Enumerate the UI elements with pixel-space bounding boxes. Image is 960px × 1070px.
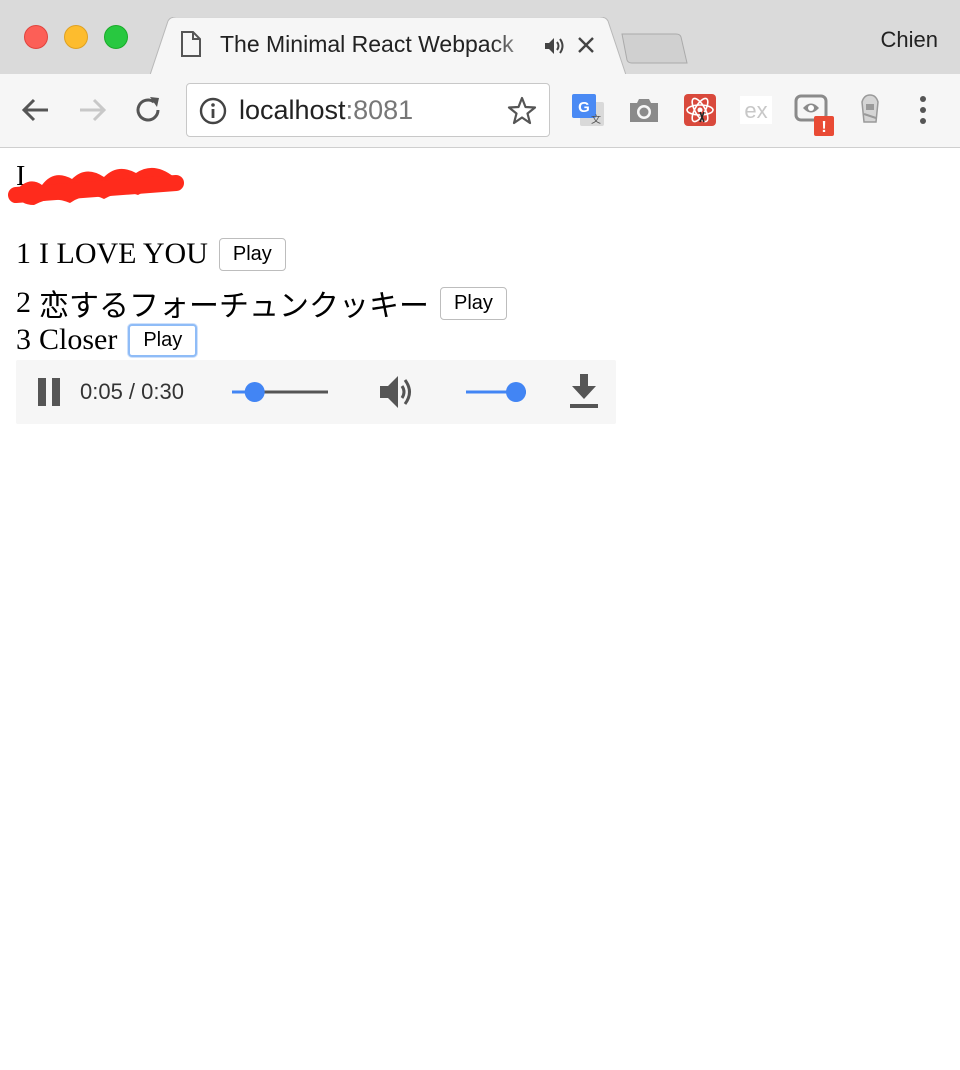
seek-slider[interactable] [232, 381, 332, 403]
new-tab-button[interactable] [620, 32, 688, 66]
reload-icon[interactable] [132, 94, 164, 131]
url-text[interactable]: localhost:8081 [239, 95, 413, 126]
bookmark-star-icon[interactable] [507, 96, 537, 131]
volume-slider[interactable] [466, 381, 530, 403]
title-bar: The Minimal React Webpack Chien [0, 0, 960, 75]
download-icon[interactable] [568, 374, 600, 413]
track-title: Closer [39, 323, 118, 356]
track-item: 3 Closer Play [16, 323, 198, 357]
svg-text:G: G [578, 99, 590, 116]
ex-extension-icon[interactable]: ex [738, 92, 774, 128]
pause-icon[interactable] [36, 378, 62, 411]
address-bar[interactable]: localhost:8081 [186, 83, 550, 137]
seek-thumb [244, 382, 265, 402]
page-content: I 1 I LOVE YOU Play 2 恋するフォーチュンクッキー Play… [0, 149, 960, 1070]
document-icon [180, 31, 202, 62]
google-translate-icon[interactable]: G 文 [570, 92, 606, 128]
forward-arrow-icon[interactable] [76, 94, 108, 131]
track-item: 2 恋するフォーチュンクッキー Play [16, 281, 507, 325]
audio-player: 0:05 / 0:30 [16, 360, 616, 424]
menu-kebab-icon[interactable] [914, 92, 932, 133]
track-item: 1 I LOVE YOU Play [16, 237, 286, 271]
play-button[interactable]: Play [440, 286, 507, 320]
info-icon[interactable] [199, 97, 227, 130]
lighthouse-icon[interactable] [852, 92, 888, 128]
extension-alert-icon[interactable]: ! [794, 92, 834, 136]
play-button[interactable]: Play [128, 323, 198, 357]
react-devtools-icon[interactable] [682, 92, 718, 128]
close-icon[interactable] [576, 35, 596, 60]
track-title: I LOVE YOU [39, 237, 208, 270]
playback-time: 0:05 / 0:30 [80, 379, 184, 404]
browser-toolbar: localhost:8081 G 文 ex ! [0, 74, 960, 148]
speaker-icon[interactable] [544, 37, 566, 60]
profile-name[interactable]: Chien [881, 27, 938, 53]
volume-icon[interactable] [378, 374, 418, 415]
window-close-button[interactable] [24, 25, 48, 49]
camera-icon[interactable] [626, 92, 662, 128]
redaction-scribble [8, 167, 184, 205]
play-button[interactable]: Play [218, 237, 286, 271]
back-arrow-icon[interactable] [20, 94, 52, 131]
svg-text:文: 文 [591, 113, 601, 126]
browser-tab[interactable]: The Minimal React Webpack [150, 17, 626, 75]
window-maximize-button[interactable] [104, 25, 128, 49]
track-title: 恋するフォーチュンクッキー [39, 290, 429, 323]
volume-thumb [506, 382, 526, 402]
svg-text:ex: ex [744, 98, 767, 123]
svg-text:!: ! [821, 119, 826, 136]
window-minimize-button[interactable] [64, 25, 88, 49]
